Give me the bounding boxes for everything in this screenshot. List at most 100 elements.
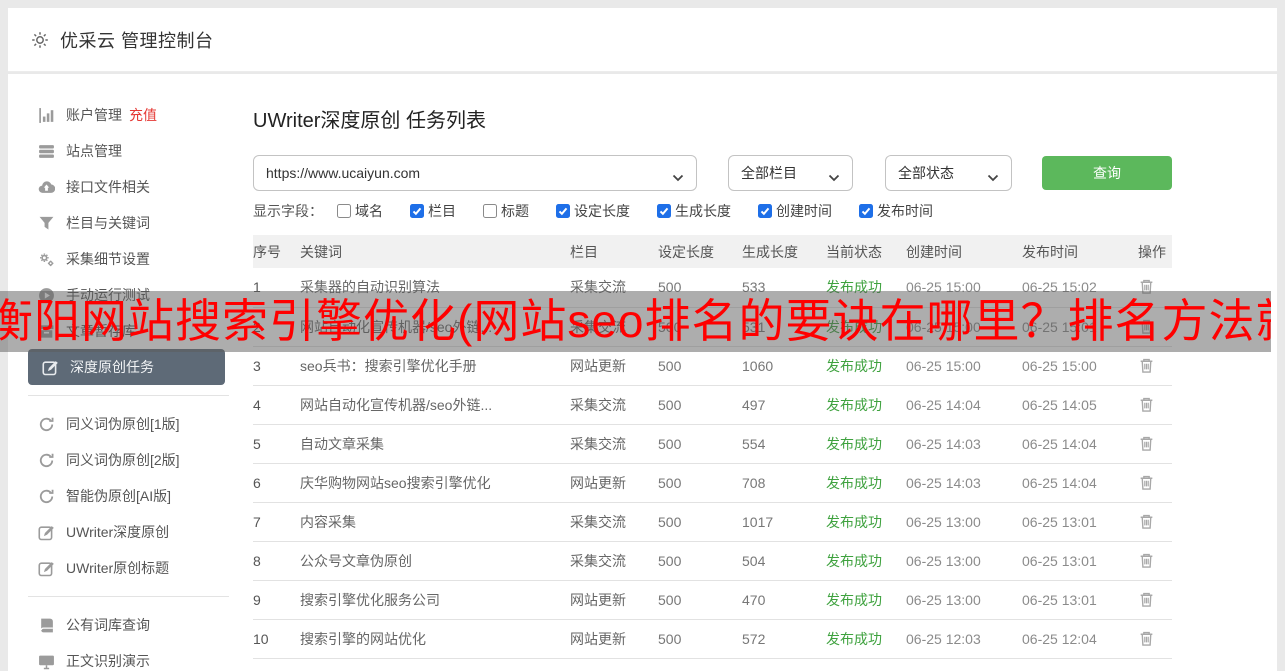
sidebar-divider xyxy=(28,596,229,597)
sidebar-item-public-dict[interactable]: 公有词库查询 xyxy=(8,607,253,643)
row-keyword: 网站自动化宣传机器/seo外链... xyxy=(300,385,570,425)
row-created: 06-25 12:03 xyxy=(906,619,1022,659)
delete-icon[interactable] xyxy=(1138,630,1155,648)
checkbox-label: 设定长度 xyxy=(574,203,630,219)
sidebar-item-synonym-v2[interactable]: 同义词伪原创[2版] xyxy=(8,442,253,478)
search-button[interactable]: 查询 xyxy=(1042,156,1172,190)
column-select-value: 全部栏目 xyxy=(741,165,797,181)
recharge-badge[interactable]: 充值 xyxy=(129,105,157,125)
checkbox-label: 发布时间 xyxy=(877,203,933,219)
row-column: 网站更新 xyxy=(570,580,658,620)
row-column: 网站更新 xyxy=(570,463,658,503)
sidebar-item-label: 深度原创任务 xyxy=(70,359,154,375)
row-published: 06-25 12:04 xyxy=(1022,619,1138,659)
row-genlen: 554 xyxy=(742,424,826,464)
checkbox-box[interactable] xyxy=(556,204,570,218)
filter-icon xyxy=(38,215,55,232)
delete-icon[interactable] xyxy=(1138,591,1155,609)
status-badge: 发布成功 xyxy=(826,580,906,620)
delete-icon[interactable] xyxy=(1138,552,1155,570)
table-row: 7 内容采集 采集交流 500 1017 发布成功 06-25 13:00 06… xyxy=(253,502,1172,542)
monitor-icon xyxy=(38,653,55,670)
page-title: UWriter深度原创 任务列表 xyxy=(253,110,486,132)
row-setlen: 500 xyxy=(658,502,742,542)
sidebar-item-label: 栏目与关键词 xyxy=(66,215,150,231)
pen-icon xyxy=(38,524,55,541)
site-select[interactable]: https://www.ucaiyun.com xyxy=(253,155,697,191)
sidebar-item-text-recognition[interactable]: 正文识别演示 xyxy=(8,643,253,671)
display-fields-row: 显示字段： 域名 栏目 标题 设定长度 生成长度 创建时间 发布时间 xyxy=(253,201,960,221)
row-genlen: 572 xyxy=(742,619,826,659)
checkbox-box[interactable] xyxy=(337,204,351,218)
column-select[interactable]: 全部栏目 xyxy=(728,155,853,191)
row-created: 06-25 14:04 xyxy=(906,385,1022,425)
sidebar-item-synonym-v1[interactable]: 同义词伪原创[1版] xyxy=(8,406,253,442)
checkbox-set-length[interactable]: 设定长度 xyxy=(556,201,630,221)
chevron-down-icon xyxy=(672,169,684,182)
refresh-icon xyxy=(38,452,55,469)
sidebar-item-label: 智能伪原创[AI版] xyxy=(66,488,172,504)
checkbox-box[interactable] xyxy=(859,204,873,218)
row-no: 8 xyxy=(253,541,300,581)
checkbox-column[interactable]: 栏目 xyxy=(410,201,456,221)
checkbox-box[interactable] xyxy=(483,204,497,218)
checkbox-label: 域名 xyxy=(355,203,383,219)
delete-icon[interactable] xyxy=(1138,435,1155,453)
checkbox-label: 生成长度 xyxy=(675,203,731,219)
sidebar-item-columns-keywords[interactable]: 栏目与关键词 xyxy=(8,205,253,241)
cloud-upload-icon xyxy=(38,179,55,196)
sidebar: 账户管理 充值 站点管理 接口文件相关 栏目与关键词 采集细节设置 手动运行测试… xyxy=(8,74,253,671)
chevron-down-icon xyxy=(828,169,840,182)
filter-controls: https://www.ucaiyun.com 全部栏目 全部状态 查询 xyxy=(253,155,1183,191)
delete-icon[interactable] xyxy=(1138,357,1155,375)
sidebar-item-sites[interactable]: 站点管理 xyxy=(8,133,253,169)
checkbox-label: 创建时间 xyxy=(776,203,832,219)
status-badge: 发布成功 xyxy=(826,502,906,542)
sidebar-item-collect-settings[interactable]: 采集细节设置 xyxy=(8,241,253,277)
site-select-value: https://www.ucaiyun.com xyxy=(266,165,421,181)
col-header-actions: 操作 xyxy=(1138,235,1172,268)
row-no: 6 xyxy=(253,463,300,503)
checkbox-gen-length[interactable]: 生成长度 xyxy=(657,201,731,221)
row-published: 06-25 14:04 xyxy=(1022,463,1138,503)
col-header-setlen: 设定长度 xyxy=(658,235,742,268)
row-created: 06-25 13:00 xyxy=(906,580,1022,620)
row-keyword: 公众号文章伪原创 xyxy=(300,541,570,581)
refresh-icon xyxy=(38,416,55,433)
status-badge: 发布成功 xyxy=(826,424,906,464)
col-header-column: 栏目 xyxy=(570,235,658,268)
bar-chart-icon xyxy=(38,107,55,124)
sidebar-item-label: 公有词库查询 xyxy=(66,617,150,633)
row-keyword: 搜索引擎的网站优化 xyxy=(300,619,570,659)
checkbox-publish-time[interactable]: 发布时间 xyxy=(859,201,933,221)
table-row: 9 搜索引擎优化服务公司 网站更新 500 470 发布成功 06-25 13:… xyxy=(253,580,1172,620)
sidebar-item-label: UWriter深度原创 xyxy=(66,524,170,540)
checkbox-domain[interactable]: 域名 xyxy=(337,201,383,221)
checkbox-box[interactable] xyxy=(410,204,424,218)
sidebar-item-uwriter-title[interactable]: UWriter原创标题 xyxy=(8,550,253,586)
sidebar-item-smart-ai[interactable]: 智能伪原创[AI版] xyxy=(8,478,253,514)
sidebar-item-interface-files[interactable]: 接口文件相关 xyxy=(8,169,253,205)
status-badge: 发布成功 xyxy=(826,619,906,659)
status-select[interactable]: 全部状态 xyxy=(885,155,1012,191)
main-content: UWriter深度原创 任务列表 https://www.ucaiyun.com… xyxy=(253,74,1277,671)
col-header-genlen: 生成长度 xyxy=(742,235,826,268)
checkbox-box[interactable] xyxy=(758,204,772,218)
chevron-down-icon xyxy=(987,169,999,182)
checkbox-box[interactable] xyxy=(657,204,671,218)
sidebar-item-account[interactable]: 账户管理 充值 xyxy=(8,97,253,133)
sidebar-item-uwriter-deep[interactable]: UWriter深度原创 xyxy=(8,514,253,550)
row-column: 网站更新 xyxy=(570,619,658,659)
delete-icon[interactable] xyxy=(1138,396,1155,414)
delete-icon[interactable] xyxy=(1138,513,1155,531)
row-created: 06-25 14:03 xyxy=(906,463,1022,503)
checkbox-title[interactable]: 标题 xyxy=(483,201,529,221)
content-panel: 账户管理 充值 站点管理 接口文件相关 栏目与关键词 采集细节设置 手动运行测试… xyxy=(8,74,1277,671)
sidebar-item-label: 接口文件相关 xyxy=(66,179,150,195)
row-no: 10 xyxy=(253,619,300,659)
sidebar-item-deep-original-tasks[interactable]: 深度原创任务 xyxy=(28,349,225,385)
row-setlen: 500 xyxy=(658,385,742,425)
gear-icon xyxy=(30,30,50,50)
delete-icon[interactable] xyxy=(1138,474,1155,492)
checkbox-created-time[interactable]: 创建时间 xyxy=(758,201,832,221)
